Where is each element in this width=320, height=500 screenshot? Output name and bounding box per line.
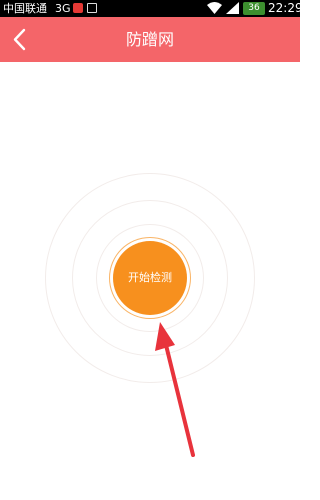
pointer-arrow-icon — [155, 322, 195, 457]
